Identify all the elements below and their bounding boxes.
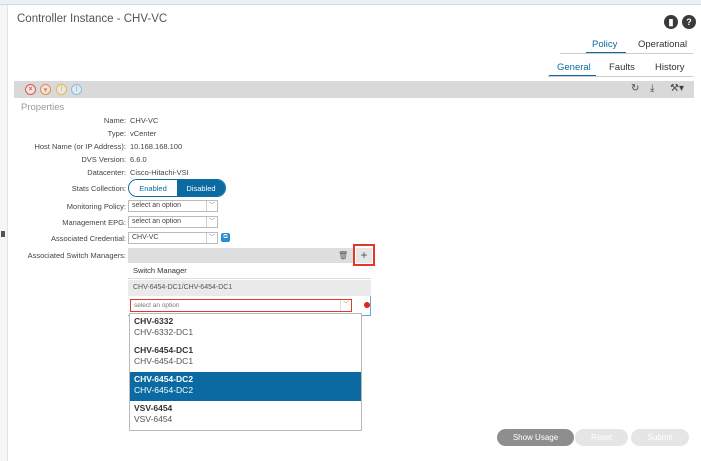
name-label: Name: — [103, 116, 126, 125]
warning-fault-icon[interactable]: ! — [71, 84, 82, 95]
monitoring-policy-select[interactable]: select an option ﹀ — [128, 200, 218, 212]
option-title: CHV-6454-DC2 — [134, 374, 194, 384]
dropdown-option-chv-6454-dc2[interactable]: CHV-6454-DC2 CHV-6454-DC2 — [130, 372, 361, 401]
major-fault-icon[interactable]: ▾ — [40, 84, 51, 95]
toolbar: × ▾ ! ! ↻ ⤓ ⚒▾ — [14, 81, 694, 98]
option-title: CHV-6454-DC1 — [134, 345, 194, 355]
page-title: Controller Instance - CHV-VC — [17, 13, 168, 25]
option-subtitle: CHV-6454-DC2 — [134, 385, 194, 395]
type-label: Type: — [107, 129, 126, 138]
dropdown-option-vsv-6454[interactable]: VSV-6454 VSV-6454 — [130, 401, 361, 430]
download-icon[interactable]: ⤓ — [650, 83, 654, 94]
chevron-down-icon: ﹀ — [206, 217, 217, 227]
management-epg-value: select an option — [132, 218, 182, 225]
host-label: Host Name (or IP Address): — [34, 142, 126, 151]
table-row[interactable]: CHV-6454-DC1/CHV-6454-DC1 — [128, 280, 371, 296]
submit-button[interactable]: Submit — [631, 429, 689, 446]
switch-manager-select[interactable]: select an option ﹀ — [130, 299, 352, 312]
associated-credential-value: CHV-VC — [132, 234, 159, 241]
bookmark-icon[interactable]: ▮ — [664, 15, 678, 29]
reset-button[interactable]: Reset — [575, 429, 628, 446]
stats-enabled-option[interactable]: Enabled — [129, 180, 177, 196]
add-switch-manager-button[interactable]: + — [356, 248, 372, 263]
type-value: vCenter — [130, 129, 157, 138]
monitoring-policy-value: select an option — [132, 202, 182, 209]
trash-icon[interactable]: 🗑 — [338, 251, 348, 260]
switch-manager-column-header: Switch Manager — [128, 263, 371, 279]
option-subtitle: VSV-6454 — [134, 414, 173, 424]
option-title: CHV-6332 — [134, 316, 174, 326]
tab-faults[interactable]: Faults — [609, 62, 635, 73]
chevron-down-icon: ﹀ — [206, 233, 217, 243]
management-epg-select[interactable]: select an option ﹀ — [128, 216, 218, 228]
dvs-version-value: 6.6.0 — [130, 155, 147, 164]
option-subtitle: CHV-6332-DC1 — [134, 327, 194, 337]
tab-operational[interactable]: Operational — [638, 39, 687, 50]
tools-icon[interactable]: ⚒▾ — [670, 83, 684, 94]
datacenter-value: Cisco-Hitachi-VSI — [130, 168, 189, 177]
tab-history[interactable]: History — [655, 62, 685, 73]
stats-collection-toggle[interactable]: Enabled Disabled — [128, 179, 226, 197]
switch-manager-dropdown: CHV-6332 CHV-6332-DC1 CHV-6454-DC1 CHV-6… — [129, 313, 362, 431]
chevron-down-icon: ﹀ — [206, 201, 217, 211]
switch-manager-select-value: select an option — [134, 302, 180, 309]
error-icon — [364, 302, 370, 308]
name-value: CHV-VC — [130, 116, 159, 125]
collapse-handle-icon[interactable] — [1, 231, 5, 237]
help-icon[interactable]: ? — [682, 15, 696, 29]
subtabs-divider — [548, 76, 693, 77]
show-usage-button[interactable]: Show Usage — [497, 429, 574, 446]
switch-managers-toolbar — [128, 248, 354, 263]
top-bar — [0, 0, 701, 5]
option-subtitle: CHV-6454-DC1 — [134, 356, 194, 366]
critical-fault-icon[interactable]: × — [25, 84, 36, 95]
associated-credential-label: Associated Credential: — [50, 234, 126, 243]
stats-collection-label: Stats Collection: — [71, 184, 126, 193]
chevron-down-icon: ﹀ — [340, 300, 351, 311]
dvs-version-label: DVS Version: — [81, 155, 126, 164]
associated-switch-managers-label: Associated Switch Managers: — [27, 251, 126, 260]
refresh-icon[interactable]: ↻ — [631, 83, 639, 94]
edit-credential-icon[interactable]: ⧉ — [221, 233, 230, 242]
tabs-divider — [560, 53, 693, 54]
minor-fault-icon[interactable]: ! — [56, 84, 67, 95]
stats-disabled-option[interactable]: Disabled — [177, 180, 225, 196]
associated-credential-select[interactable]: CHV-VC ﹀ — [128, 232, 218, 244]
option-title: VSV-6454 — [134, 403, 173, 413]
dropdown-option-chv-6332[interactable]: CHV-6332 CHV-6332-DC1 — [130, 314, 361, 343]
management-epg-label: Management EPG: — [62, 218, 126, 227]
properties-heading: Properties — [21, 102, 65, 113]
monitoring-policy-label: Monitoring Policy: — [66, 202, 126, 211]
host-value: 10.168.168.100 — [130, 142, 183, 151]
dropdown-option-chv-6454-dc1[interactable]: CHV-6454-DC1 CHV-6454-DC1 — [130, 343, 361, 372]
tab-policy[interactable]: Policy — [592, 39, 617, 50]
tab-general[interactable]: General — [557, 62, 591, 73]
datacenter-label: Datacenter: — [87, 168, 126, 177]
